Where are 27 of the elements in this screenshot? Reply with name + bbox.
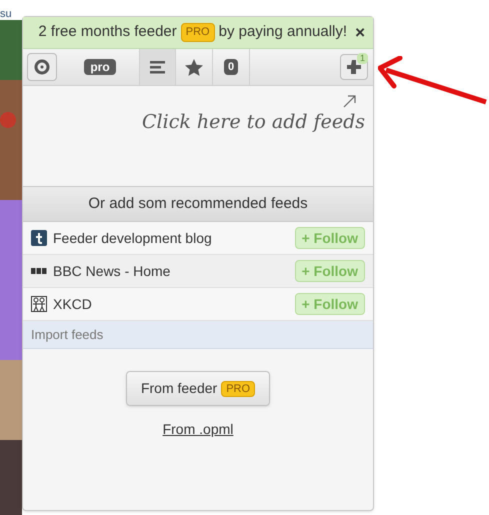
- list-icon: [150, 60, 166, 74]
- toolbar-tab[interactable]: [139, 49, 176, 85]
- toolbar-tab[interactable]: 0: [213, 49, 250, 85]
- banner-text: 2 free months feeder: [38, 22, 177, 42]
- banner-text: by paying annually!: [218, 22, 348, 42]
- hint-text: Click here to add feeds: [142, 110, 365, 135]
- star-icon: [185, 58, 203, 76]
- blog-icon: [31, 230, 47, 246]
- close-button[interactable]: ×: [355, 24, 365, 41]
- news-icon: [31, 268, 47, 274]
- feed-title: BBC News - Home: [53, 262, 172, 280]
- page-text: su: [0, 9, 12, 20]
- import-button[interactable]: From feeder PRO: [126, 371, 270, 406]
- plus-icon: [347, 60, 361, 74]
- section-heading: Import feeds: [23, 321, 373, 349]
- pro-button[interactable]: pro: [84, 59, 116, 75]
- section-heading: Or add som recommended feeds: [23, 186, 373, 222]
- feed-title: XKCD: [53, 294, 93, 314]
- import-link[interactable]: From .opml: [162, 419, 234, 440]
- count-badge: 1: [356, 53, 368, 64]
- feed-title: Feeder development blog: [53, 228, 213, 248]
- stick-figures-icon: [31, 296, 47, 312]
- settings-button[interactable]: [27, 53, 57, 81]
- pro-badge: PRO: [180, 23, 215, 42]
- pro-badge: PRO: [221, 380, 256, 396]
- settings-icon: [34, 59, 50, 75]
- arrow-icon: [343, 94, 357, 108]
